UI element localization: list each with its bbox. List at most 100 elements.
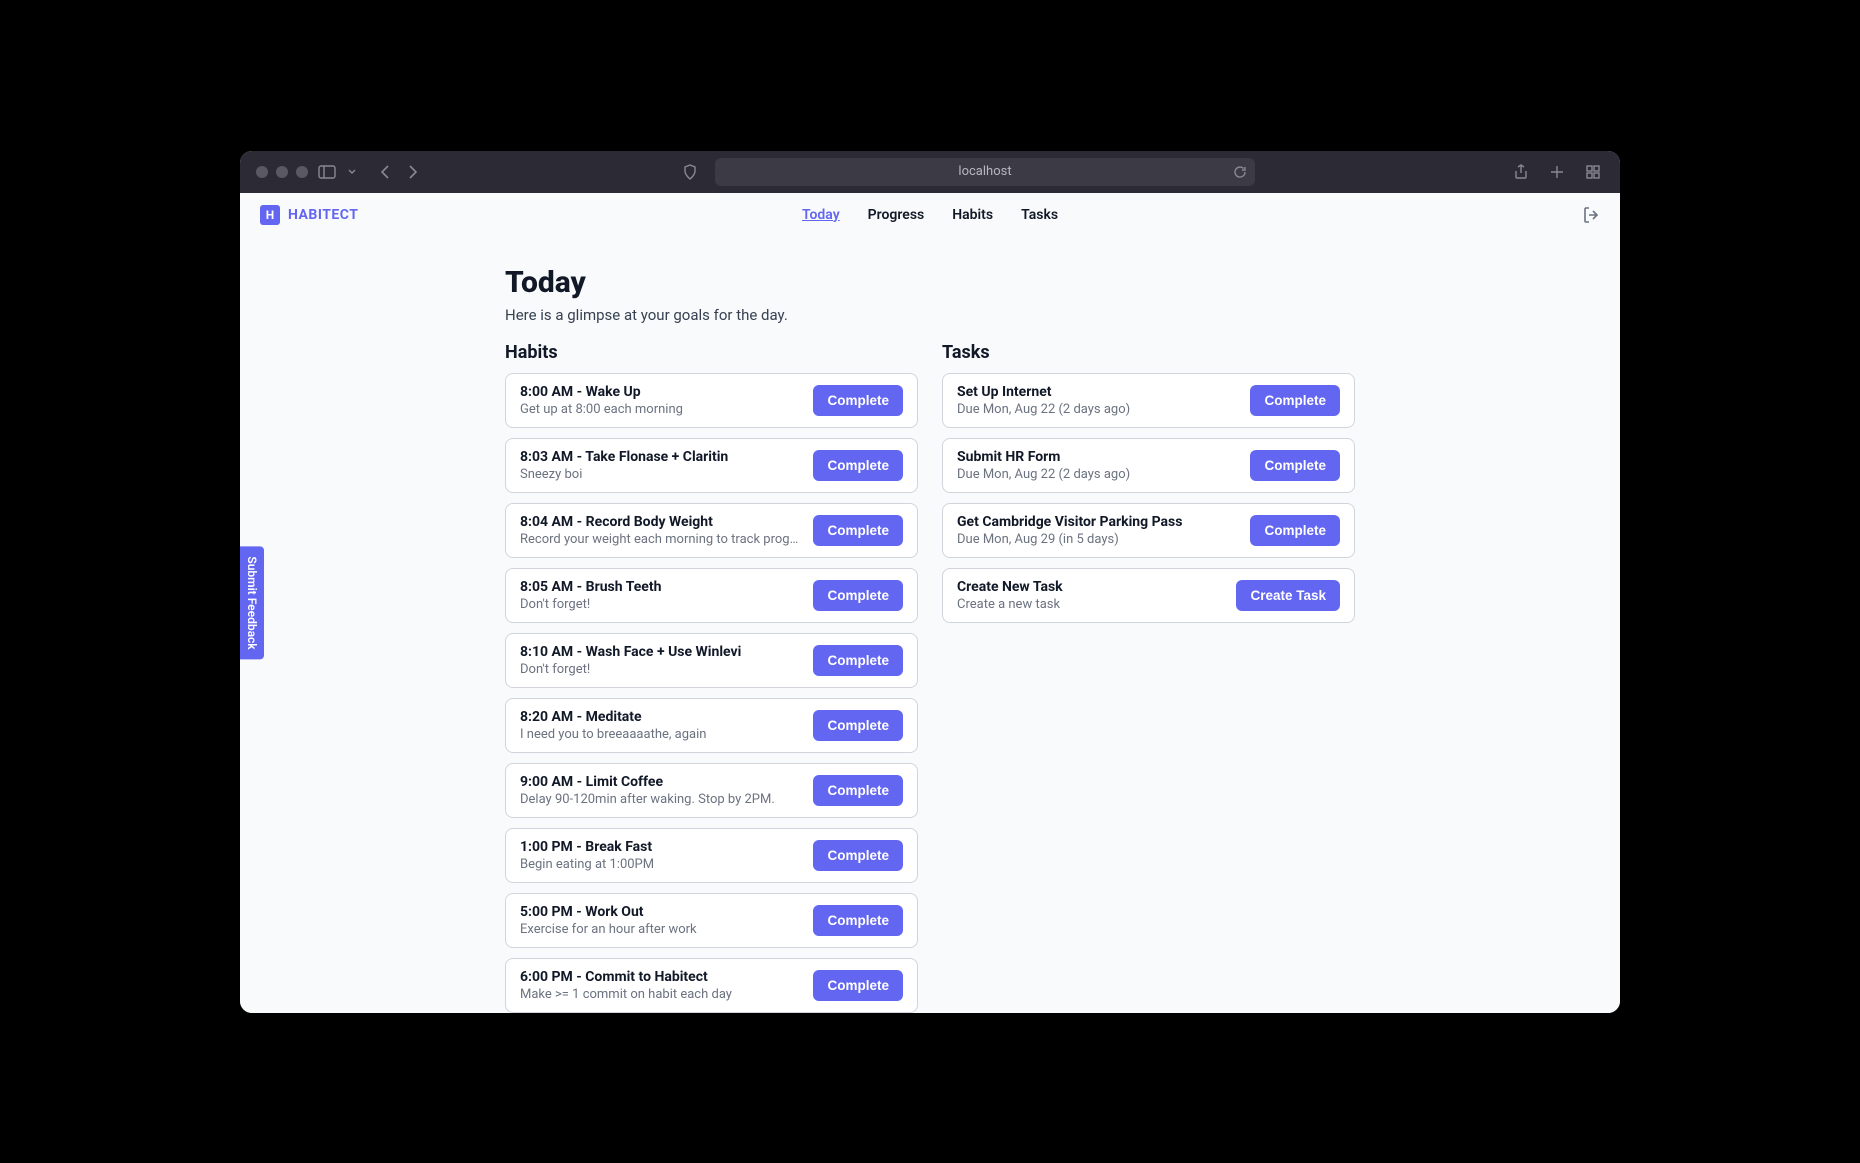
task-card: Submit HR FormDue Mon, Aug 22 (2 days ag… [942,438,1355,493]
back-icon[interactable] [374,161,396,183]
complete-button[interactable]: Complete [813,515,903,546]
task-text: Create New TaskCreate a new task [957,579,1224,612]
chevron-down-icon[interactable] [346,161,358,183]
page-subtitle: Here is a glimpse at your goals for the … [505,306,1355,324]
task-text: Submit HR FormDue Mon, Aug 22 (2 days ag… [957,449,1238,482]
browser-nav [374,161,424,183]
habit-card: 6:00 PM - Commit to HabitectMake >= 1 co… [505,958,918,1013]
task-sub: Create a new task [957,597,1224,612]
habit-title: 8:05 AM - Brush Teeth [520,579,801,595]
habit-sub: Record your weight each morning to track… [520,532,801,547]
habit-sub: I need you to breeaaaathe, again [520,727,801,742]
task-sub: Due Mon, Aug 29 (in 5 days) [957,532,1238,547]
habit-card: 8:05 AM - Brush Teeth Don't forget! Comple… [505,568,918,623]
complete-button[interactable]: Complete [813,840,903,871]
complete-button[interactable]: Complete [813,970,903,1001]
reload-icon[interactable] [1233,165,1247,179]
page-title: Today [505,265,1355,300]
habit-title: 5:00 PM - Work Out [520,904,801,920]
url-bar[interactable]: localhost [715,158,1255,186]
nav-link-tasks[interactable]: Tasks [1021,207,1058,223]
complete-button[interactable]: Complete [813,710,903,741]
logout-button[interactable] [1582,206,1600,224]
complete-button[interactable]: Complete [1250,450,1340,481]
habit-sub: Don't forget! [520,597,801,612]
habit-card: 8:00 AM - Wake Up Get up at 8:00 each mor… [505,373,918,428]
shield-icon[interactable] [679,161,701,183]
app-header: H HABITECT Today Progress Habits Tasks [240,193,1620,237]
habits-heading: Habits [505,342,918,363]
forward-icon[interactable] [402,161,424,183]
tasks-column: Tasks Set Up Internet Due Mon, Aug 22 (2 … [942,342,1355,1013]
habits-column: Habits 8:00 AM - Wake Up Get up at 8:00 e… [505,342,918,1013]
habit-text: 6:00 PM - Commit to HabitectMake >= 1 co… [520,969,801,1002]
habit-card: 9:00 AM - Limit Coffee Delay 90-120min af… [505,763,918,818]
habit-sub: Begin eating at 1:00PM [520,857,801,872]
task-card: Get Cambridge Visitor Parking Pass Due Mo… [942,503,1355,558]
habit-text: 8:03 AM - Take Flonase + Claritin Sneezy … [520,449,801,482]
habit-sub: Exercise for an hour after work [520,922,801,937]
task-card: Set Up Internet Due Mon, Aug 22 (2 days a… [942,373,1355,428]
habit-card: 8:03 AM - Take Flonase + Claritin Sneezy … [505,438,918,493]
habit-title: 9:00 AM - Limit Coffee [520,774,801,790]
habit-title: 8:00 AM - Wake Up [520,384,801,400]
complete-button[interactable]: Complete [813,580,903,611]
browser-window: localhost H HABITECT Today [240,151,1620,1013]
brand-icon: H [260,205,280,225]
brand[interactable]: H HABITECT [260,205,358,225]
nav-center: Today Progress Habits Tasks [802,207,1058,223]
complete-button[interactable]: Complete [1250,385,1340,416]
complete-button[interactable]: Complete [813,385,903,416]
habit-title: 8:10 AM - Wash Face + Use Winlevi [520,644,801,660]
maximize-window-icon[interactable] [296,166,308,178]
new-tab-icon[interactable] [1546,161,1568,183]
share-icon[interactable] [1510,161,1532,183]
habit-text: 8:20 AM - Meditate I need you to breeaaaa… [520,709,801,742]
nav-link-progress[interactable]: Progress [868,207,925,223]
habit-text: 8:10 AM - Wash Face + Use Winlevi Don't f… [520,644,801,677]
habit-card: 5:00 PM - Work Out Exercise for an hour a… [505,893,918,948]
habit-text: 8:05 AM - Brush Teeth Don't forget! [520,579,801,612]
chrome-right [1510,161,1604,183]
habit-title: 1:00 PM - Break Fast [520,839,801,855]
habit-sub: Don't forget! [520,662,801,677]
habit-card: 1:00 PM - Break Fast Begin eating at 1:00… [505,828,918,883]
feedback-tab[interactable]: Submit Feedback [240,546,264,659]
habit-title: 8:03 AM - Take Flonase + Claritin [520,449,801,465]
habit-title: 8:20 AM - Meditate [520,709,801,725]
habit-text: 1:00 PM - Break Fast Begin eating at 1:00… [520,839,801,872]
nav-link-habits[interactable]: Habits [952,207,993,223]
habit-sub: Delay 90-120min after waking. Stop by 2P… [520,792,801,807]
habit-text: 8:00 AM - Wake Up Get up at 8:00 each mor… [520,384,801,417]
tasks-list: Set Up Internet Due Mon, Aug 22 (2 days a… [942,373,1355,623]
task-title: Set Up Internet [957,384,1238,400]
app-content: H HABITECT Today Progress Habits Tasks S… [240,193,1620,1013]
close-window-icon[interactable] [256,166,268,178]
tasks-heading: Tasks [942,342,1355,363]
create-task-button[interactable]: Create Task [1236,580,1340,611]
task-sub: Due Mon, Aug 22 (2 days ago) [957,467,1238,482]
browser-chrome: localhost [240,151,1620,193]
nav-link-today[interactable]: Today [802,207,840,223]
complete-button[interactable]: Complete [813,905,903,936]
tabs-grid-icon[interactable] [1582,161,1604,183]
task-sub: Due Mon, Aug 22 (2 days ago) [957,402,1238,417]
complete-button[interactable]: Complete [813,775,903,806]
habit-sub: Get up at 8:00 each morning [520,402,801,417]
habit-card: 8:20 AM - Meditate I need you to breeaaaa… [505,698,918,753]
page-body: Today Here is a glimpse at your goals fo… [495,237,1365,1013]
task-title: Get Cambridge Visitor Parking Pass [957,514,1238,530]
task-text: Get Cambridge Visitor Parking Pass Due Mo… [957,514,1238,547]
complete-button[interactable]: Complete [813,450,903,481]
habit-title: 8:04 AM - Record Body Weight [520,514,801,530]
habit-text: 8:04 AM - Record Body Weight Record your … [520,514,801,547]
complete-button[interactable]: Complete [1250,515,1340,546]
habit-sub: Sneezy boi [520,467,801,482]
brand-text: HABITECT [288,207,358,223]
minimize-window-icon[interactable] [276,166,288,178]
habit-card: 8:10 AM - Wash Face + Use Winlevi Don't f… [505,633,918,688]
habit-card: 8:04 AM - Record Body Weight Record your … [505,503,918,558]
create-task-card: Create New TaskCreate a new task Create T… [942,568,1355,623]
sidebar-toggle-icon[interactable] [316,161,338,183]
complete-button[interactable]: Complete [813,645,903,676]
